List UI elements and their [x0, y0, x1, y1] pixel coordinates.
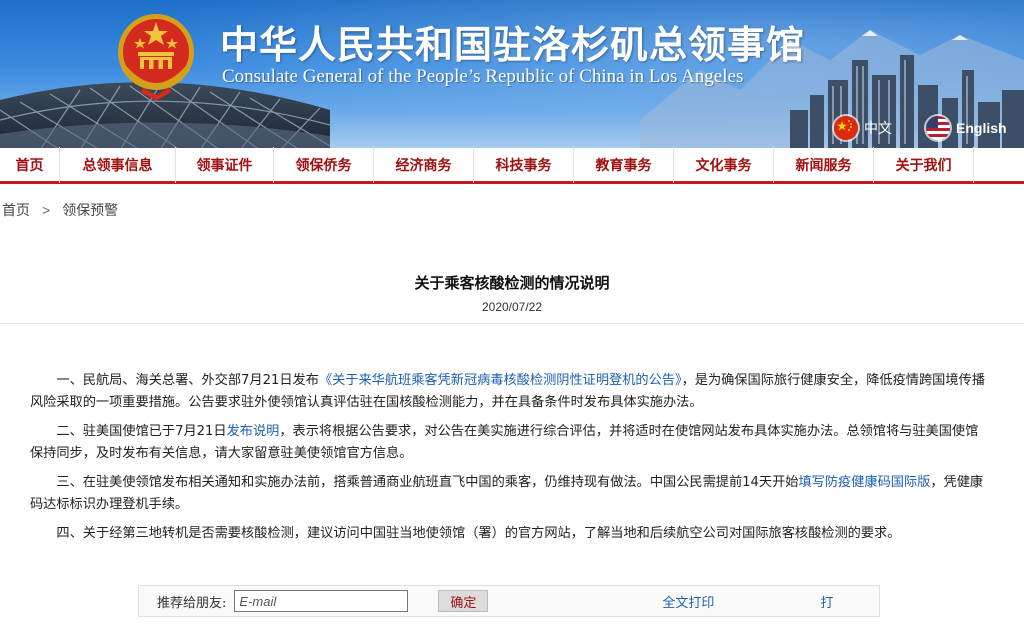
- nav-news-services[interactable]: 新闻服务: [774, 146, 874, 183]
- nav-education[interactable]: 教育事务: [574, 146, 674, 183]
- recommend-label: 推荐给朋友:: [157, 595, 227, 611]
- nav-about-us[interactable]: 关于我们: [874, 146, 974, 183]
- china-flag-icon: [834, 116, 858, 140]
- article-body: 一、民航局、海关总署、外交部7月21日发布《关于来华航班乘客凭新冠病毒核酸检测阴…: [30, 370, 990, 552]
- main-navigation: 首页 总领事信息 领事证件 领保侨务 经济商务 科技事务 教育事务 文化事务 新…: [0, 146, 1024, 184]
- nav-culture[interactable]: 文化事务: [674, 146, 774, 183]
- site-banner: 中华人民共和国驻洛杉矶总领事馆 Consulate General of the…: [0, 0, 1024, 148]
- paragraph-1-text-start: 一、民航局、海关总署、外交部7月21日发布: [56, 373, 319, 388]
- title-divider: [0, 323, 1024, 324]
- nav-science-technology[interactable]: 科技事务: [474, 146, 574, 183]
- breadcrumb: 首页 > 领保预警: [2, 200, 118, 220]
- share-print-toolbar: 推荐给朋友: 确定 全文打印 打: [138, 585, 880, 617]
- breadcrumb-separator: >: [42, 202, 51, 218]
- paragraph-2-text-start: 二、驻美国使馆已于7月21日: [56, 424, 227, 439]
- us-flag-icon: [926, 116, 950, 140]
- article-date: 2020/07/22: [481, 300, 543, 314]
- language-chinese-label: 中文: [864, 120, 892, 136]
- nav-home[interactable]: 首页: [0, 146, 60, 183]
- confirm-button[interactable]: 确定: [438, 590, 489, 612]
- print-link-partial[interactable]: 打: [820, 592, 833, 611]
- health-code-link[interactable]: 填写防疫健康码国际版: [798, 475, 930, 490]
- announcement-link[interactable]: 《关于来华航班乘客凭新冠病毒核酸检测阴性证明登机的公告》: [319, 373, 682, 388]
- site-title-chinese: 中华人民共和国驻洛杉矶总领事馆: [220, 22, 806, 67]
- recommend-email-input[interactable]: [234, 590, 409, 612]
- nav-consular-protection[interactable]: 领保侨务: [274, 146, 374, 183]
- national-emblem: [118, 14, 194, 101]
- paragraph-3: 三、在驻美使领馆发布相关通知和实施办法前，搭乘普通商业航班直飞中国的乘客，仍维持…: [30, 472, 990, 516]
- article-title: 关于乘客核酸检测的情况说明: [414, 274, 610, 292]
- print-full-text-link[interactable]: 全文打印: [662, 592, 714, 611]
- nav-consular-documents[interactable]: 领事证件: [176, 146, 274, 183]
- breadcrumb-home-link[interactable]: 首页: [2, 200, 30, 220]
- language-chinese-link[interactable]: 中文: [834, 116, 892, 140]
- language-english-label: English: [956, 120, 1007, 136]
- embassy-statement-link[interactable]: 发布说明: [227, 424, 280, 439]
- nav-consul-general-info[interactable]: 总领事信息: [60, 146, 176, 183]
- paragraph-3-text-start: 三、在驻美使领馆发布相关通知和实施办法前，搭乘普通商业航班直飞中国的乘客，仍维持…: [56, 475, 799, 490]
- nav-economic-commercial[interactable]: 经济商务: [374, 146, 474, 183]
- paragraph-4: 四、关于经第三地转机是否需要核酸检测，建议访问中国驻当地使领馆（署）的官方网站，…: [56, 526, 901, 541]
- paragraph-2: 二、驻美国使馆已于7月21日发布说明，表示将根据公告要求，对公告在美实施进行综合…: [30, 421, 990, 465]
- site-title-english: Consulate General of the People’s Republ…: [222, 66, 744, 87]
- paragraph-1: 一、民航局、海关总署、外交部7月21日发布《关于来华航班乘客凭新冠病毒核酸检测阴…: [30, 370, 990, 414]
- breadcrumb-current-link[interactable]: 领保预警: [62, 200, 118, 220]
- language-english-link[interactable]: English: [926, 116, 1007, 140]
